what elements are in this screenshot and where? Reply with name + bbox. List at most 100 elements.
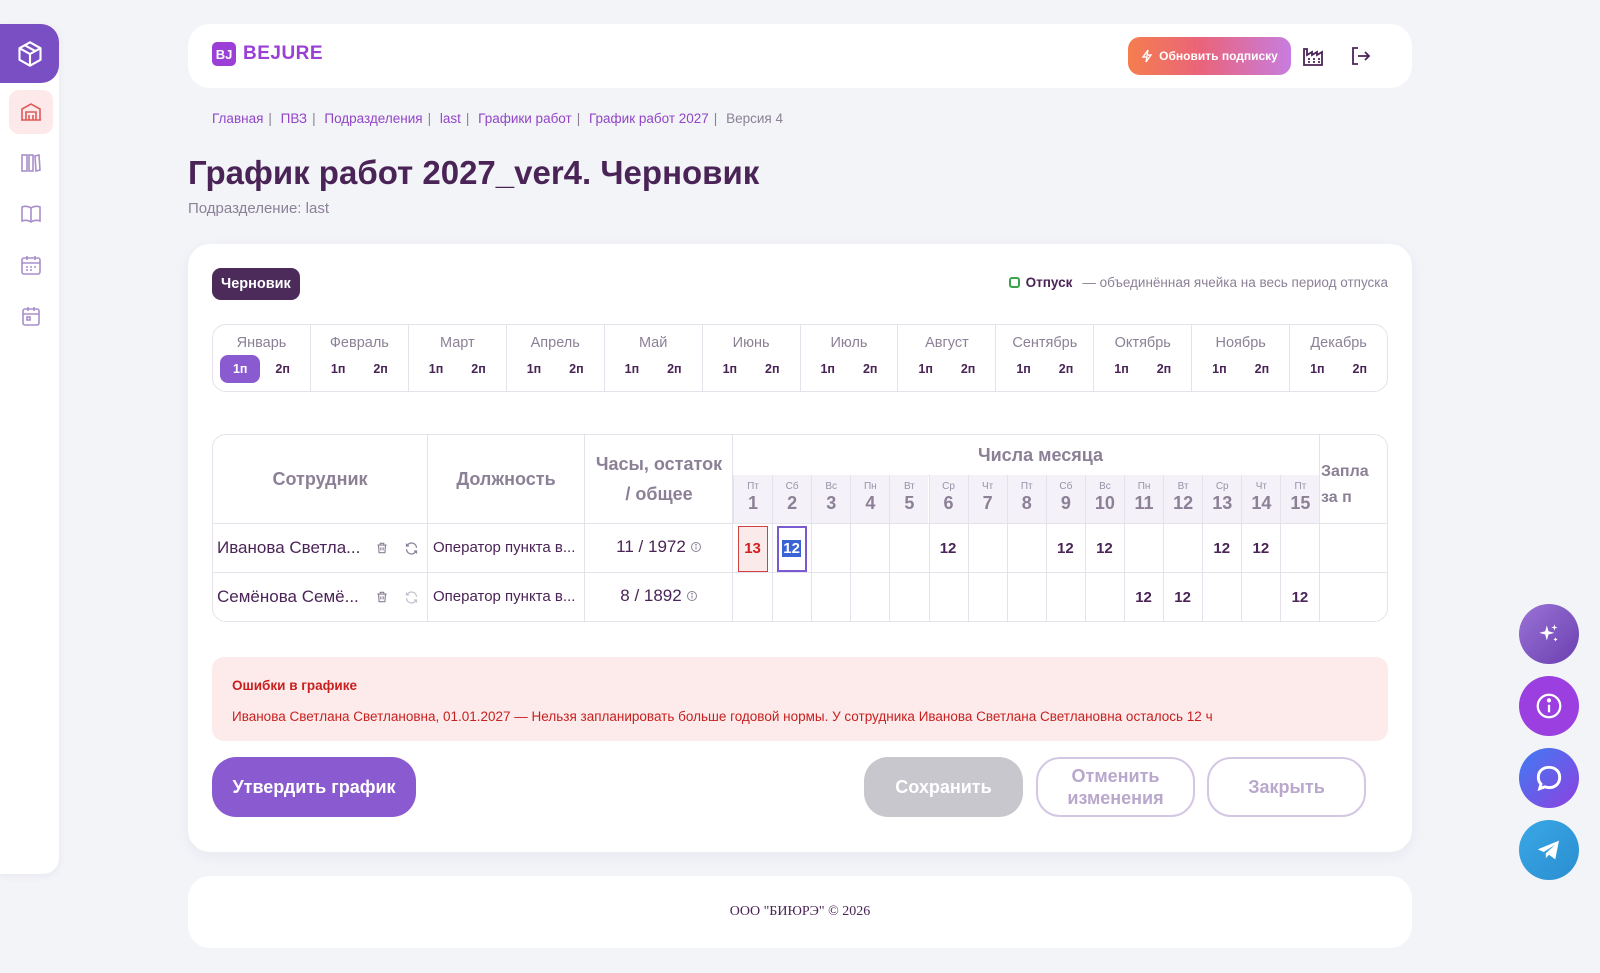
schedule-cell[interactable] <box>1007 524 1046 573</box>
breadcrumb-pvz[interactable]: ПВЗ <box>281 111 307 126</box>
month-half-2-button[interactable]: 2п <box>1242 355 1282 383</box>
schedule-cell[interactable] <box>889 573 928 621</box>
chat-button[interactable] <box>1519 748 1579 808</box>
day-weekday: Пн <box>863 481 877 492</box>
breadcrumb-home[interactable]: Главная <box>212 111 263 126</box>
refresh-icon[interactable] <box>402 588 420 606</box>
month-half-1-button[interactable]: 1п <box>1004 355 1044 383</box>
month-half-2-button[interactable]: 2п <box>459 355 499 383</box>
schedule-cell[interactable]: 13 <box>733 524 772 573</box>
schedule-cell[interactable] <box>968 573 1007 621</box>
schedule-cell[interactable]: 12 <box>772 524 811 573</box>
legend: Отпуск — объединённая ячейка на весь пер… <box>1008 275 1388 290</box>
schedule-cell[interactable] <box>850 573 889 621</box>
schedule-cell[interactable] <box>1046 573 1085 621</box>
ai-assistant-button[interactable] <box>1519 604 1579 664</box>
month-half-2-button[interactable]: 2п <box>361 355 401 383</box>
info-button[interactable] <box>1519 676 1579 736</box>
telegram-button[interactable] <box>1519 820 1579 880</box>
sidebar-item-library[interactable] <box>9 141 53 185</box>
schedule-cell[interactable]: 12 <box>1124 573 1163 621</box>
close-button[interactable]: Закрыть <box>1207 757 1366 817</box>
info-icon[interactable] <box>690 541 702 553</box>
month-half-1-button[interactable]: 1п <box>1102 355 1142 383</box>
schedule-cell[interactable]: 12 <box>1085 524 1124 573</box>
month-name: Ноябрь <box>1215 335 1266 351</box>
upgrade-subscription-button[interactable]: Обновить подписку <box>1128 37 1291 75</box>
month-half-1-button[interactable]: 1п <box>1297 355 1337 383</box>
month-half-2-button[interactable]: 2п <box>948 355 988 383</box>
schedule-cell[interactable]: 12 <box>929 524 968 573</box>
schedule-cell[interactable]: 12 <box>1280 573 1319 621</box>
month-half-1-button[interactable]: 1п <box>906 355 946 383</box>
schedule-cell[interactable]: 12 <box>1163 573 1202 621</box>
day-number: 1 <box>748 493 759 513</box>
month-half-1-button[interactable]: 1п <box>318 355 358 383</box>
schedule-cell[interactable] <box>929 573 968 621</box>
factory-icon[interactable] <box>1299 42 1327 70</box>
schedule-cell[interactable] <box>1280 524 1319 573</box>
logout-icon[interactable] <box>1346 42 1374 70</box>
employee-name[interactable]: Семёнова Семё... <box>217 587 367 607</box>
employee-name[interactable]: Иванова Светла... <box>217 538 367 558</box>
info-icon[interactable] <box>686 590 698 602</box>
trash-icon[interactable] <box>373 588 391 606</box>
schedule-cell[interactable] <box>733 573 772 621</box>
schedule-cell[interactable] <box>850 524 889 573</box>
brand-logo[interactable]: BJ BEJURE <box>212 42 323 66</box>
month-half-2-button[interactable]: 2п <box>654 355 694 383</box>
schedule-cell[interactable] <box>889 524 928 573</box>
schedule-cell[interactable] <box>772 573 811 621</box>
column-header-position: Должность <box>456 469 556 489</box>
month-half-1-button[interactable]: 1п <box>514 355 554 383</box>
sidebar-item-guide[interactable] <box>9 192 53 236</box>
month-half-1-button[interactable]: 1п <box>710 355 750 383</box>
month-half-2-button[interactable]: 2п <box>556 355 596 383</box>
month-half-1-button[interactable]: 1п <box>612 355 652 383</box>
month-half-2-button[interactable]: 2п <box>263 355 303 383</box>
month-half-2-button[interactable]: 2п <box>1144 355 1184 383</box>
month-half-1-button[interactable]: 1п <box>1199 355 1239 383</box>
schedule-cell[interactable] <box>1007 573 1046 621</box>
day-weekday: Пн <box>1137 481 1151 492</box>
breadcrumb-divisions[interactable]: Подразделения <box>324 111 422 126</box>
month-4: Апрель 1п 2п <box>507 325 605 391</box>
month-half-1-button[interactable]: 1п <box>416 355 456 383</box>
schedule-cell[interactable]: 12 <box>1241 524 1280 573</box>
schedule-cell[interactable] <box>1124 524 1163 573</box>
month-half-2-button[interactable]: 2п <box>1340 355 1380 383</box>
day-weekday: Пт <box>1020 481 1033 492</box>
day-weekday: Чт <box>982 481 994 492</box>
month-2: Февраль 1п 2п <box>311 325 409 391</box>
month-half-2-button[interactable]: 2п <box>850 355 890 383</box>
schedule-cell[interactable]: 12 <box>1202 524 1241 573</box>
schedule-cell[interactable] <box>811 573 850 621</box>
day-header: Пт 15 <box>1280 475 1320 523</box>
schedule-cell[interactable] <box>1202 573 1241 621</box>
breadcrumb-schedules[interactable]: Графики работ <box>478 111 572 126</box>
schedule-cell[interactable] <box>1085 573 1124 621</box>
schedule-cell[interactable] <box>1241 573 1280 621</box>
month-half-1-button[interactable]: 1п <box>808 355 848 383</box>
day-weekday: Сб <box>1059 481 1073 492</box>
column-header-days: Числа месяца <box>977 444 1104 465</box>
month-half-2-button[interactable]: 2п <box>1046 355 1086 383</box>
schedule-cell[interactable] <box>968 524 1007 573</box>
month-half-2-button[interactable]: 2п <box>752 355 792 383</box>
save-button[interactable]: Сохранить <box>864 757 1023 817</box>
breadcrumb-schedule[interactable]: График работ 2027 <box>589 111 709 126</box>
breadcrumb-division[interactable]: last <box>440 111 461 126</box>
trash-icon[interactable] <box>373 539 391 557</box>
refresh-icon[interactable] <box>402 539 420 557</box>
month-half-1-button[interactable]: 1п <box>220 355 261 383</box>
schedule-cell[interactable]: 12 <box>1046 524 1085 573</box>
sidebar-item-calendar[interactable] <box>9 294 53 338</box>
approve-schedule-button[interactable]: Утвердить график <box>212 757 416 817</box>
revert-changes-button[interactable]: Отменить изменения <box>1036 757 1195 817</box>
schedule-cell[interactable] <box>1163 524 1202 573</box>
lightning-icon <box>1141 49 1153 63</box>
sidebar-item-warehouse[interactable] <box>9 90 53 134</box>
sidebar-item-schedule[interactable] <box>9 243 53 287</box>
app-logo-cube-icon[interactable] <box>0 24 59 83</box>
schedule-cell[interactable] <box>811 524 850 573</box>
